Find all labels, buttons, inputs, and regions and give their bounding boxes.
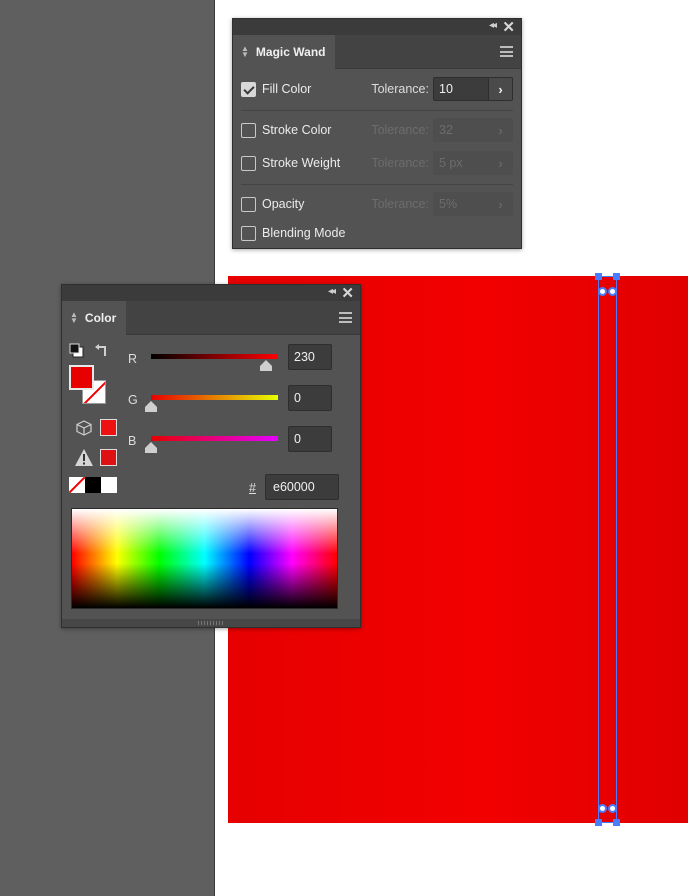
r-label: R [128,352,138,366]
panel-tab-bar: ▲ ▼ Magic Wand [233,35,521,69]
live-corner-widget[interactable] [598,287,607,296]
tab-color[interactable]: ▲ ▼ Color [62,301,126,335]
panel-tab-bar: ▲ ▼ Color [62,301,360,335]
tab-label: Magic Wand [255,45,326,59]
tolerance-label: Tolerance: [371,82,429,96]
magic-wand-panel: ◂◂ ✕ ▲ ▼ Magic Wand Fill Color Tolerance:… [232,18,522,249]
stroke-color-row: Stroke Color Tolerance: 32 › [241,118,513,142]
collapse-panel-icon[interactable]: ◂◂ [489,20,497,31]
tolerance-control: Tolerance: 10 › [371,77,513,101]
r-slider-track[interactable] [151,354,278,359]
tolerance-slider-arrow-icon: › [489,192,513,216]
fill-color-label: Fill Color [262,82,312,96]
g-slider-thumb[interactable] [145,401,157,412]
close-icon[interactable]: ✕ [341,284,354,302]
g-slider-track[interactable] [151,395,278,400]
selection-handle-bottom-left[interactable] [595,819,602,826]
collapse-panel-icon[interactable]: ◂◂ [328,286,336,297]
panel-resize-grip[interactable] [62,619,360,627]
tolerance-control: Tolerance: 32 › [371,118,513,142]
b-value-input[interactable]: 0 [288,426,332,452]
tolerance-slider-arrow-icon[interactable]: › [489,77,513,101]
blending-mode-row: Blending Mode [241,221,513,245]
stroke-color-checkbox[interactable] [241,122,256,138]
stroke-weight-label: Stroke Weight [262,156,341,170]
none-swatch[interactable] [69,477,85,493]
selection-handle-bottom-right[interactable] [613,819,620,826]
tolerance-control: Tolerance: 5 px › [371,151,513,175]
g-value-input[interactable]: 0 [288,385,332,411]
live-corner-widget[interactable] [608,287,617,296]
hex-symbol: # [249,481,256,495]
tolerance-slider-arrow-icon: › [489,151,513,175]
panel-title-bar[interactable]: ◂◂ ✕ [62,284,360,302]
b-label: B [128,434,137,448]
panel-title-bar[interactable]: ◂◂ ✕ [233,18,521,36]
web-safe-color-swatch[interactable] [100,419,117,436]
stroke-weight-checkbox[interactable] [241,155,256,171]
selection-handle-top-left[interactable] [595,273,602,280]
divider [241,110,513,111]
up-down-arrows-icon: ▲ ▼ [70,310,78,325]
stroke-weight-tolerance-input: 5 px [433,151,489,175]
close-icon[interactable]: ✕ [502,18,515,36]
selection-bounding-box[interactable] [598,276,617,823]
white-swatch[interactable] [101,477,117,493]
divider [241,184,513,185]
panel-menu-icon[interactable] [500,46,513,57]
out-of-gamut-swatch[interactable] [100,449,117,466]
live-corner-widget[interactable] [598,804,607,813]
up-down-arrows-icon: ▲ ▼ [241,44,249,59]
color-spectrum-picker[interactable] [71,508,338,609]
opacity-label: Opacity [262,197,305,211]
opacity-checkbox[interactable] [241,196,256,212]
color-panel: ◂◂ ✕ ▲ ▼ Color R 230 G 0 B 0 # e60000 [61,284,361,628]
swap-fill-stroke-icon[interactable] [94,343,110,359]
b-slider-track[interactable] [151,436,278,441]
warning-icon [75,449,93,466]
default-fill-stroke-icon[interactable] [69,343,85,359]
hex-value-input[interactable]: e60000 [265,474,339,500]
selection-handle-top-right[interactable] [613,273,620,280]
blending-mode-checkbox[interactable] [241,225,256,241]
stroke-weight-row: Stroke Weight Tolerance: 5 px › [241,151,513,175]
opacity-row: Opacity Tolerance: 5% › [241,192,513,216]
fill-color-row: Fill Color Tolerance: 10 › [241,77,513,101]
opacity-tolerance-input: 5% [433,192,489,216]
fill-color-chip [71,367,92,388]
tolerance-label: Tolerance: [371,123,429,137]
black-swatch[interactable] [85,477,101,493]
fill-color-checkbox[interactable] [241,81,256,97]
stroke-tolerance-input: 32 [433,118,489,142]
tolerance-label: Tolerance: [371,197,429,211]
tab-magic-wand[interactable]: ▲ ▼ Magic Wand [233,35,336,69]
tolerance-control: Tolerance: 5% › [371,192,513,216]
cube-icon [76,420,92,436]
fill-tolerance-input[interactable]: 10 [433,77,489,101]
stroke-color-label: Stroke Color [262,123,332,137]
r-value-input[interactable]: 230 [288,344,332,370]
blending-mode-label: Blending Mode [262,226,346,240]
tolerance-slider-arrow-icon: › [489,118,513,142]
fill-swatch[interactable] [69,365,94,390]
r-slider-thumb[interactable] [259,360,272,371]
g-label: G [128,393,138,407]
tolerance-label: Tolerance: [371,156,429,170]
b-slider-thumb[interactable] [145,442,157,453]
live-corner-widget[interactable] [608,804,617,813]
tab-label: Color [84,311,117,325]
panel-menu-icon[interactable] [339,312,352,323]
